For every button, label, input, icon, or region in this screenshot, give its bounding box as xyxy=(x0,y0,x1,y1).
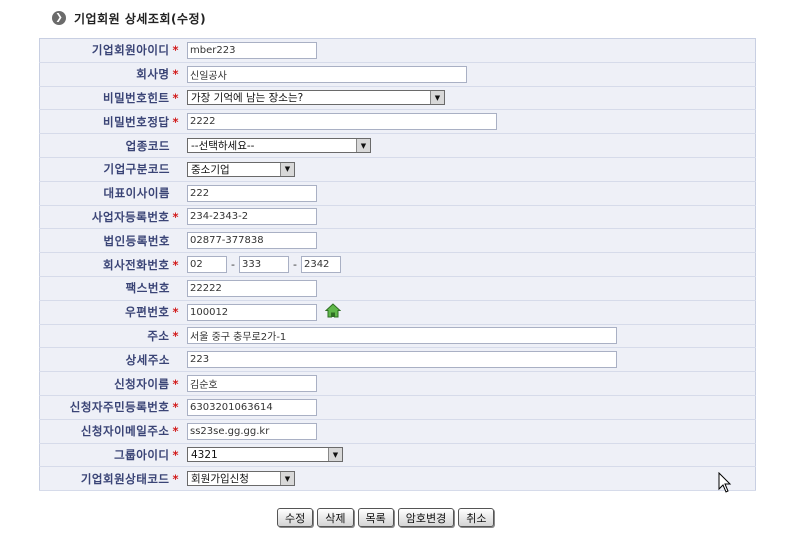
company-type-selected: 중소기업 xyxy=(191,163,230,176)
address-label: 주소 xyxy=(147,328,170,343)
required-marker: * xyxy=(172,328,179,343)
row-company-type: 기업구분코드 중소기업 ▼ xyxy=(39,157,756,182)
mouse-cursor-icon xyxy=(718,471,732,497)
required-marker: * xyxy=(172,257,179,272)
company-name-input[interactable] xyxy=(187,65,467,83)
ceo-name-input[interactable] xyxy=(187,184,317,202)
cancel-button[interactable]: 취소 xyxy=(458,508,495,527)
chevron-right-icon: ❯ xyxy=(52,11,66,25)
row-address-detail: 상세주소 xyxy=(39,347,756,373)
password-hint-label: 비밀번호힌트 xyxy=(103,90,170,105)
dropdown-arrow-icon[interactable]: ▼ xyxy=(356,139,370,153)
fax-label: 팩스번호 xyxy=(125,281,170,296)
group-id-selected: 4321 xyxy=(191,448,218,461)
business-reg-no-label: 사업자등록번호 xyxy=(91,209,170,224)
required-marker: * xyxy=(172,424,179,439)
row-company-name: 회사명 * xyxy=(39,62,756,87)
page-title-bar: ❯ 기업회원 상세조회(수정) xyxy=(52,9,206,27)
password-answer-label: 비밀번호정답 xyxy=(103,114,170,129)
row-applicant-name: 신청자이름 * xyxy=(39,371,756,396)
address-input[interactable] xyxy=(187,327,617,345)
industry-code-selected: --선택하세요-- xyxy=(191,140,255,153)
modify-button[interactable]: 수정 xyxy=(277,508,314,527)
row-applicant-email: 신청자이메일주소 * xyxy=(39,419,756,444)
required-marker: * xyxy=(172,305,179,320)
required-marker: * xyxy=(172,43,179,58)
applicant-email-input[interactable] xyxy=(187,422,317,440)
row-corp-reg-no: 법인등록번호 xyxy=(39,228,756,254)
required-marker: * xyxy=(172,447,179,462)
dropdown-arrow-icon[interactable]: ▼ xyxy=(280,162,294,176)
action-buttons: 수정 삭제 목록 암호변경 취소 xyxy=(277,508,495,527)
dropdown-arrow-icon[interactable]: ▼ xyxy=(430,91,444,105)
industry-code-select[interactable]: --선택하세요-- ▼ xyxy=(187,138,371,154)
row-group-id: 그룹아이디 * 4321 ▼ xyxy=(39,443,756,468)
list-button[interactable]: 목록 xyxy=(357,508,394,527)
ceo-name-label: 대표이사이름 xyxy=(103,186,170,201)
row-business-reg-no: 사업자등록번호 * xyxy=(39,205,756,230)
phone-part1-input[interactable] xyxy=(187,256,227,274)
applicant-rrn-input[interactable] xyxy=(187,398,317,416)
corp-reg-no-input[interactable] xyxy=(187,232,317,250)
change-password-button[interactable]: 암호변경 xyxy=(397,508,455,527)
member-status-selected: 회원가입신청 xyxy=(191,473,249,486)
applicant-name-label: 신청자이름 xyxy=(114,376,170,391)
address-detail-input[interactable] xyxy=(187,351,617,369)
member-detail-form: 기업회원아이디* 회사명* 비밀번호힌트* 가장 기억에 남는 장소는?▼ 비밀… xyxy=(39,38,756,492)
row-fax: 팩스번호 xyxy=(39,276,756,301)
required-marker: * xyxy=(172,114,179,129)
member-status-label: 기업회원상태코드 xyxy=(80,471,170,486)
page-title: 기업회원 상세조회(수정) xyxy=(74,11,207,26)
required-marker: * xyxy=(172,400,179,415)
industry-code-label: 업종코드 xyxy=(125,138,170,153)
company-name-label: 회사명 xyxy=(136,67,170,82)
row-ceo-name: 대표이사이름 xyxy=(39,181,756,206)
phone-separator: - xyxy=(231,257,235,271)
row-address: 주소 * xyxy=(39,324,756,349)
row-member-status: 기업회원상태코드 * 회원가입신청 ▼ xyxy=(39,466,756,492)
business-reg-no-input[interactable] xyxy=(187,208,317,226)
member-status-select[interactable]: 회원가입신청 ▼ xyxy=(187,471,295,487)
corp-reg-no-label: 법인등록번호 xyxy=(103,233,170,248)
required-marker: * xyxy=(172,471,179,486)
password-hint-select[interactable]: 가장 기억에 남는 장소는? ▼ xyxy=(187,90,445,106)
row-applicant-rrn: 신청자주민등록번호 * xyxy=(39,395,756,420)
dropdown-arrow-icon[interactable]: ▼ xyxy=(328,448,342,462)
row-member-id: 기업회원아이디 * xyxy=(39,38,756,63)
address-detail-label: 상세주소 xyxy=(125,352,170,367)
zip-input[interactable] xyxy=(187,303,317,321)
company-type-select[interactable]: 중소기업 ▼ xyxy=(187,161,295,177)
member-id-input[interactable] xyxy=(187,41,317,59)
row-password-answer: 비밀번호정답 * xyxy=(39,109,756,135)
zip-label: 우편번호 xyxy=(125,305,170,320)
row-zip: 우편번호 * xyxy=(39,300,756,325)
phone-part2-input[interactable] xyxy=(238,256,289,274)
required-marker: * xyxy=(172,67,179,82)
required-marker: * xyxy=(172,209,179,224)
applicant-rrn-label: 신청자주민등록번호 xyxy=(69,400,170,415)
dropdown-arrow-icon[interactable]: ▼ xyxy=(280,472,294,486)
phone-separator: - xyxy=(292,257,297,271)
group-id-select[interactable]: 4321 ▼ xyxy=(187,447,343,463)
phone-label: 회사전화번호 xyxy=(103,257,170,272)
required-marker: * xyxy=(172,90,179,105)
applicant-email-label: 신청자이메일주소 xyxy=(80,424,170,439)
company-type-label: 기업구분코드 xyxy=(103,162,170,177)
fax-input[interactable] xyxy=(187,279,317,297)
required-marker: * xyxy=(172,376,179,391)
group-id-label: 그룹아이디 xyxy=(114,447,170,462)
delete-button[interactable]: 삭제 xyxy=(317,508,354,527)
row-industry-code: 업종코드 --선택하세요-- ▼ xyxy=(39,133,756,158)
row-phone: 회사전화번호* - - xyxy=(39,252,756,277)
phone-part3-input[interactable] xyxy=(300,256,341,274)
row-password-hint: 비밀번호힌트 * 가장 기억에 남는 장소는? ▼ xyxy=(39,86,756,111)
home-icon[interactable] xyxy=(324,303,342,321)
password-hint-selected: 가장 기억에 남는 장소는? xyxy=(191,92,304,105)
password-answer-input[interactable] xyxy=(187,113,497,131)
member-id-label: 기업회원아이디 xyxy=(91,43,170,58)
applicant-name-input[interactable] xyxy=(187,375,317,393)
